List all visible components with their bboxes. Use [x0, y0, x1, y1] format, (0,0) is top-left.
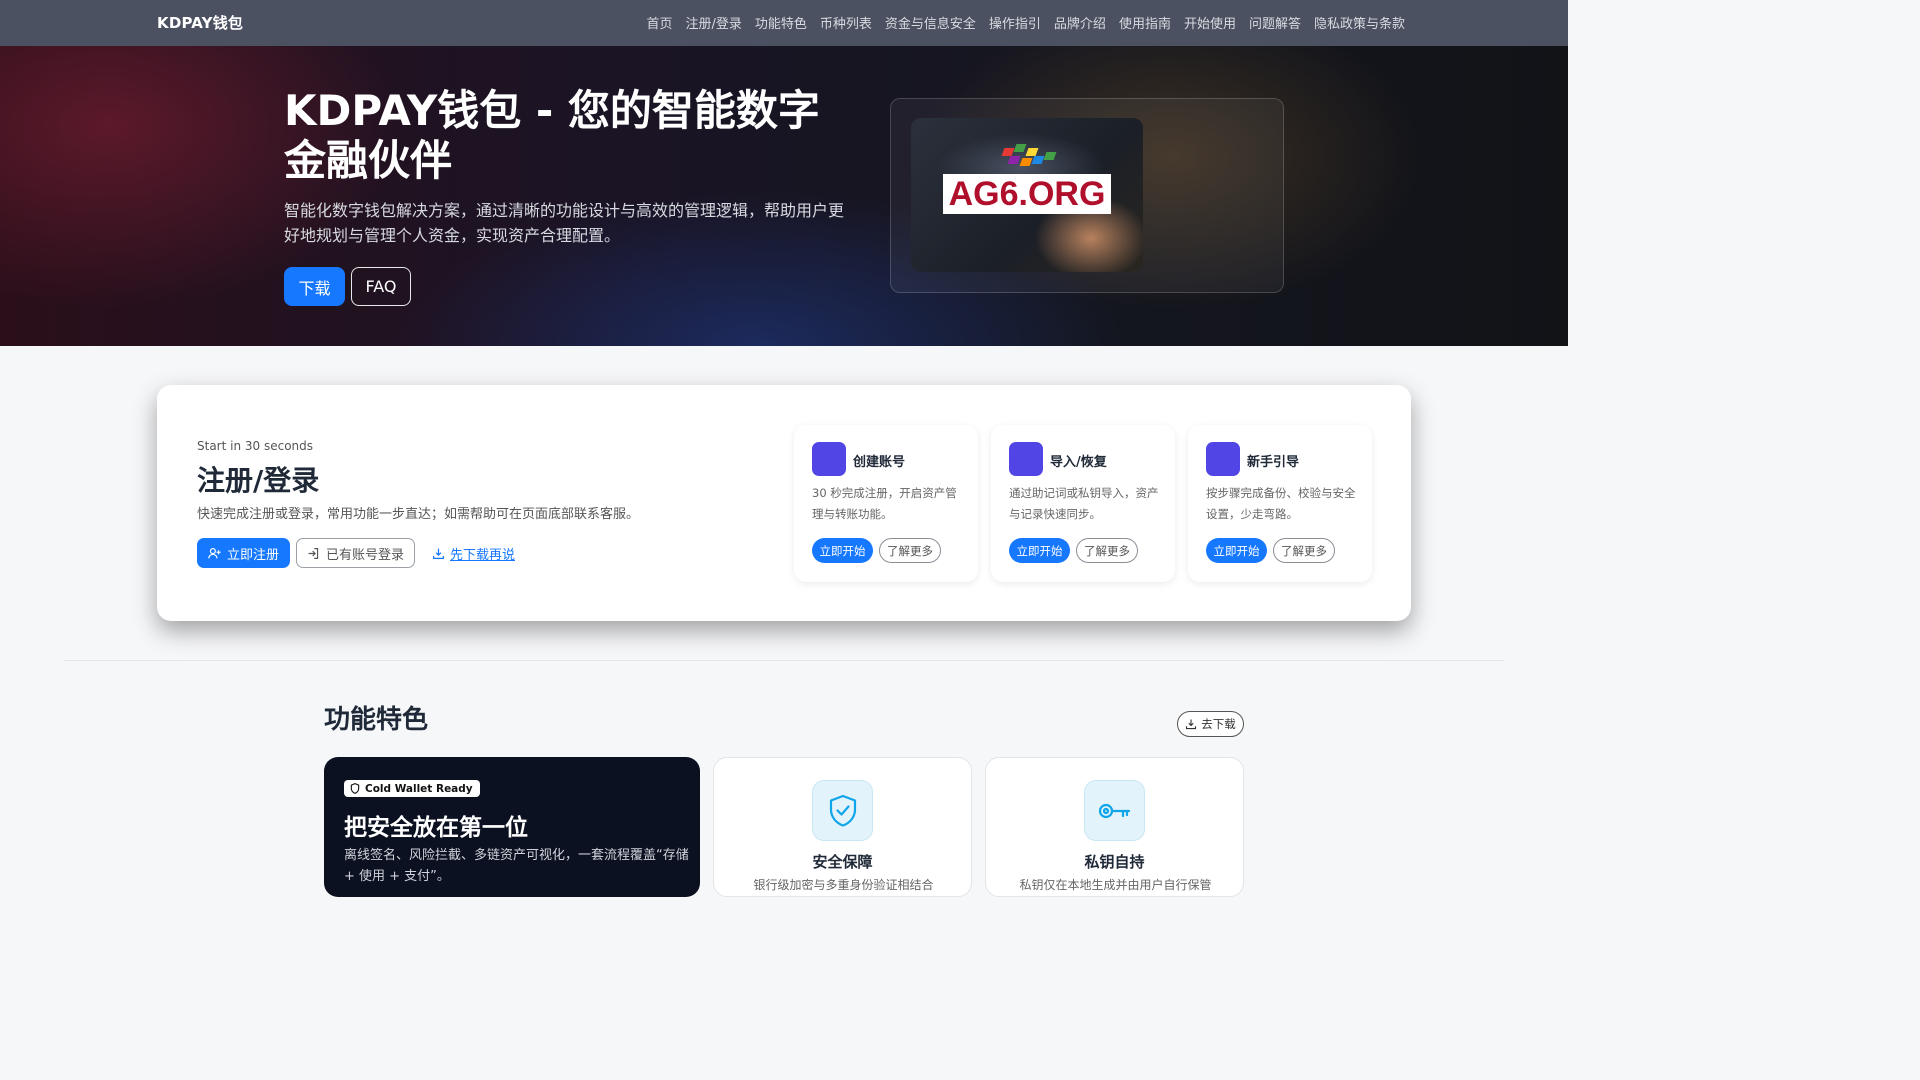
user-plus-icon [208, 547, 221, 558]
download-icon [1186, 719, 1197, 730]
key-icon [1098, 803, 1130, 818]
nav-link-features[interactable]: 功能特色 [755, 13, 807, 32]
nav-link-guide[interactable]: 操作指引 [989, 13, 1041, 32]
cold-wallet-badge: Cold Wallet Ready [344, 780, 480, 797]
features-title: 功能特色 [324, 705, 429, 735]
feature-card-title: 安全保障 [812, 853, 873, 871]
feature-card-description: 私钥仅在本地生成并由用户自行保管 [1019, 878, 1212, 892]
register-eyebrow: Start in 30 seconds [197, 439, 314, 453]
register-login-card: Start in 30 seconds 注册/登录 快速完成注册或登录，常用功能… [157, 385, 1411, 621]
feature-card-private-key: 私钥自持 私钥仅在本地生成并由用户自行保管 [985, 757, 1244, 897]
beginner-guide-card: 新手引导 按步骤完成备份、校验与安全设置，少走弯路。 立即开始 了解更多 [1188, 425, 1372, 582]
create-account-icon [812, 442, 846, 476]
mini-card-description: 30 秒完成注册，开启资产管理与转账功能。 [812, 486, 957, 521]
import-restore-more-button[interactable]: 了解更多 [1076, 538, 1138, 563]
existing-account-login-button[interactable]: 已有账号登录 [296, 538, 415, 568]
feature-card-description: 银行级加密与多重身份验证相结合 [753, 878, 934, 892]
goto-download-label: 去下载 [1201, 717, 1236, 731]
nav-link-security[interactable]: 资金与信息安全 [885, 13, 976, 32]
hero-description: 智能化数字钱包解决方案，通过清晰的功能设计与高效的管理逻辑，帮助用户更好地规划与… [284, 201, 845, 245]
highlight-title: 把安全放在第一位 [344, 815, 528, 841]
nav-link-home[interactable]: 首页 [646, 13, 672, 32]
nav-link-brand[interactable]: 品牌介绍 [1054, 13, 1106, 32]
beginner-guide-icon [1206, 442, 1240, 476]
mini-card-title: 导入/恢复 [1050, 455, 1107, 470]
register-now-button[interactable]: 立即注册 [197, 538, 290, 568]
download-first-label: 先下载再说 [450, 548, 516, 563]
shield-icon [350, 783, 360, 794]
hero-title: KDPAY钱包 - 您的智能数字金融伙伴 [284, 86, 820, 185]
section-divider [64, 660, 1504, 661]
register-title: 注册/登录 [197, 464, 320, 497]
beginner-guide-start-button[interactable]: 立即开始 [1206, 538, 1267, 563]
download-button[interactable]: 下载 [284, 267, 345, 306]
create-account-card: 创建账号 30 秒完成注册，开启资产管理与转账功能。 立即开始 了解更多 [794, 425, 978, 582]
download-first-link[interactable]: 先下载再说 [432, 544, 515, 563]
register-now-label: 立即注册 [226, 547, 279, 563]
import-restore-card: 导入/恢复 通过助记词或私钥导入，资产与记录快速同步。 立即开始 了解更多 [991, 425, 1175, 582]
faq-button[interactable]: FAQ [351, 267, 411, 306]
nav-link-register-login[interactable]: 注册/登录 [685, 13, 741, 32]
mini-card-description: 按步骤完成备份、校验与安全设置，少走弯路。 [1206, 486, 1356, 521]
hero-image-card: AG6.ORG [890, 98, 1284, 293]
register-description: 快速完成注册或登录，常用功能一步直达；如需帮助可在页面底部联系客服。 [197, 507, 640, 522]
mini-card-title: 创建账号 [853, 455, 906, 470]
feature-card-title: 私钥自持 [1084, 853, 1145, 871]
badge-label: Cold Wallet Ready [365, 782, 473, 795]
nav-link-currencies[interactable]: 币种列表 [820, 13, 872, 32]
feature-icon-box [812, 780, 873, 841]
nav-links: 首页 注册/登录 功能特色 币种列表 资金与信息安全 操作指引 品牌介绍 使用指… [646, 13, 1405, 32]
highlight-description: 离线签名、风险拦截、多链资产可视化，一套流程覆盖“存储 + 使用 + 支付”。 [344, 848, 689, 884]
login-icon [308, 547, 319, 559]
nav-link-privacy[interactable]: 隐私政策与条款 [1314, 13, 1405, 32]
goto-download-button[interactable]: 去下载 [1177, 711, 1244, 737]
top-navbar: KDPAY钱包 首页 注册/登录 功能特色 币种列表 资金与信息安全 操作指引 … [0, 0, 1568, 46]
beginner-guide-more-button[interactable]: 了解更多 [1273, 538, 1335, 563]
shield-check-icon [829, 794, 856, 827]
hero-section: KDPAY钱包 - 您的智能数字金融伙伴 智能化数字钱包解决方案，通过清晰的功能… [0, 46, 1568, 346]
create-account-more-button[interactable]: 了解更多 [879, 538, 941, 563]
nav-link-usage[interactable]: 使用指南 [1119, 13, 1171, 32]
mini-card-description: 通过助记词或私钥导入，资产与记录快速同步。 [1009, 486, 1159, 521]
create-account-start-button[interactable]: 立即开始 [812, 538, 873, 563]
import-restore-icon [1009, 442, 1043, 476]
image-watermark: AG6.ORG [943, 174, 1111, 214]
nav-link-get-started[interactable]: 开始使用 [1184, 13, 1236, 32]
download-icon [433, 548, 444, 559]
mini-card-title: 新手引导 [1247, 455, 1300, 470]
feature-icon-box [1084, 780, 1145, 841]
login-label: 已有账号登录 [325, 547, 404, 563]
brand-logo[interactable]: KDPAY钱包 [157, 12, 243, 33]
feature-card-security: 安全保障 银行级加密与多重身份验证相结合 [713, 757, 972, 897]
import-restore-start-button[interactable]: 立即开始 [1009, 538, 1070, 563]
nav-link-faq[interactable]: 问题解答 [1249, 13, 1301, 32]
security-highlight-card: Cold Wallet Ready 把安全放在第一位 离线签名、风险拦截、多链资… [324, 757, 700, 897]
hero-image: AG6.ORG [911, 118, 1143, 272]
